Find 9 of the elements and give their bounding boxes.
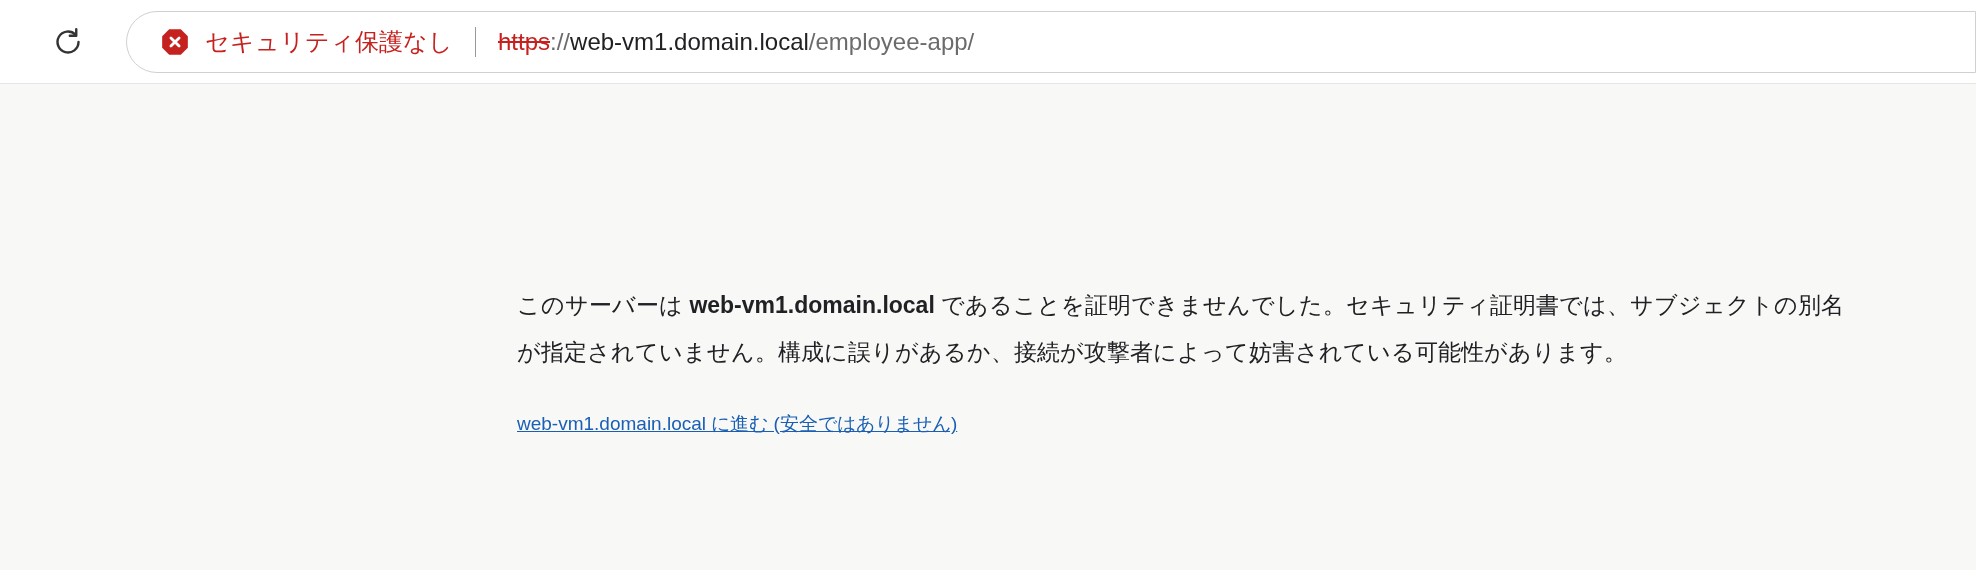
url-scheme: https <box>498 26 551 57</box>
url-part: /employee-app/ <box>808 26 975 57</box>
proceed-link[interactable]: web-vm1.domain.local に進む (安全ではありません) <box>517 410 958 439</box>
address-bar[interactable]: セキュリティ保護なし https://web-vm1.domain.local/employee-app/ <box>126 10 1976 73</box>
error-icon <box>161 27 189 56</box>
url-part: :// <box>550 26 571 57</box>
security-status[interactable]: セキュリティ保護なし <box>205 23 453 60</box>
url-host: web-vm1.domain.local <box>570 26 809 57</box>
error-message: このサーバーは web-vm1.domain.local であることを証明できませんでした。セキュリティ証明書では、サブジェクトの別名が指定されていません。構成に誤りがあるか、接続が攻撃者によって妨害されている可能性があります。 <box>517 291 1846 367</box>
